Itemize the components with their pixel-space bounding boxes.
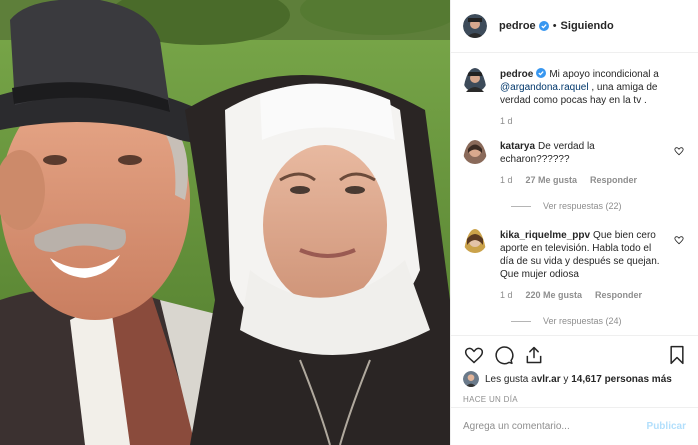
comment-likes[interactable]: 27 Me gusta xyxy=(526,174,578,187)
comment-body: katarya De verdad la echaron?????? 1 d 27… xyxy=(500,140,660,187)
share-button[interactable] xyxy=(523,344,545,366)
comment-button[interactable] xyxy=(493,344,515,366)
verified-badge-icon xyxy=(538,21,549,31)
share-icon xyxy=(526,346,542,364)
comment-avatar[interactable] xyxy=(463,140,487,187)
comment-meta: 1 d 27 Me gusta Responder xyxy=(500,174,660,187)
liker-username[interactable]: vlr.ar xyxy=(537,374,561,385)
comment-avatar[interactable] xyxy=(463,229,487,302)
add-comment-bar: Publicar xyxy=(451,407,698,445)
comment-likes[interactable]: 220 Me gusta xyxy=(526,289,583,302)
comment-input[interactable] xyxy=(463,421,647,432)
comment: kika_riquelme_ppv Que bien cero aporte en… xyxy=(463,229,686,302)
replies-divider xyxy=(511,205,531,207)
publish-button[interactable]: Publicar xyxy=(647,421,686,432)
reply-button[interactable]: Responder xyxy=(590,174,637,187)
heart-icon xyxy=(464,347,484,364)
comment-username[interactable]: kika_riquelme_ppv xyxy=(500,230,590,241)
verified-badge-icon xyxy=(536,68,547,78)
comment-meta: 1 d 220 Me gusta Responder xyxy=(500,289,660,302)
comment-icon xyxy=(495,346,514,365)
likes-summary: Les gusta a vlr.ar y 14,617 personas más xyxy=(451,368,698,387)
caption-time[interactable]: 1 d xyxy=(500,115,513,128)
comment-like-heart-icon[interactable] xyxy=(674,146,684,156)
bookmark-icon xyxy=(670,345,684,365)
comment: katarya De verdad la echaron?????? 1 d 27… xyxy=(463,140,686,187)
caption-meta: 1 d xyxy=(500,115,675,128)
separator-dot: • xyxy=(552,20,557,32)
post-sidebar: pedroe • Siguiendo pedroe Mi apoyo incond… xyxy=(450,0,698,445)
view-replies-button[interactable]: Ver respuestas (24) xyxy=(511,316,686,326)
follow-status-button[interactable]: Siguiendo xyxy=(561,20,614,32)
view-replies-button[interactable]: Ver respuestas (22) xyxy=(511,201,686,211)
view-replies-label[interactable]: Ver respuestas (22) xyxy=(543,201,622,211)
caption-mention-link[interactable]: @argandona.raquel xyxy=(500,82,589,93)
author-username[interactable]: pedroe xyxy=(499,20,536,32)
likes-count[interactable]: 14,617 personas más xyxy=(571,374,672,385)
comments-list[interactable]: pedroe Mi apoyo incondicional a @argandon… xyxy=(451,54,698,335)
action-icons-row xyxy=(451,336,698,368)
reply-button[interactable]: Responder xyxy=(595,289,642,302)
comment-username[interactable]: katarya xyxy=(500,141,535,152)
author-avatar[interactable] xyxy=(463,14,487,38)
caption: pedroe Mi apoyo incondicional a @argandon… xyxy=(463,68,686,128)
post-timestamp[interactable]: Hace un día xyxy=(451,387,698,404)
view-replies-label[interactable]: Ver respuestas (24) xyxy=(543,316,622,326)
post-actions: Les gusta a vlr.ar y 14,617 personas más… xyxy=(451,335,698,445)
likes-middle: y xyxy=(560,373,572,385)
caption-username[interactable]: pedroe xyxy=(500,69,533,80)
like-button[interactable] xyxy=(463,344,485,366)
post-header: pedroe • Siguiendo xyxy=(451,0,698,53)
caption-avatar[interactable] xyxy=(463,68,487,128)
post-photo[interactable] xyxy=(0,0,450,445)
replies-divider xyxy=(511,320,531,322)
liker-avatar[interactable] xyxy=(463,371,479,387)
save-button[interactable] xyxy=(666,344,688,366)
comment-time[interactable]: 1 d xyxy=(500,174,513,187)
selfie-image xyxy=(0,0,450,445)
comment-time[interactable]: 1 d xyxy=(500,289,513,302)
likes-prefix: Les gusta a xyxy=(485,373,537,385)
caption-text: pedroe Mi apoyo incondicional a @argandon… xyxy=(500,68,675,128)
comment-like-heart-icon[interactable] xyxy=(674,235,684,245)
caption-prefix: Mi apoyo incondicional a xyxy=(549,69,659,80)
comment-body: kika_riquelme_ppv Que bien cero aporte en… xyxy=(500,229,660,302)
